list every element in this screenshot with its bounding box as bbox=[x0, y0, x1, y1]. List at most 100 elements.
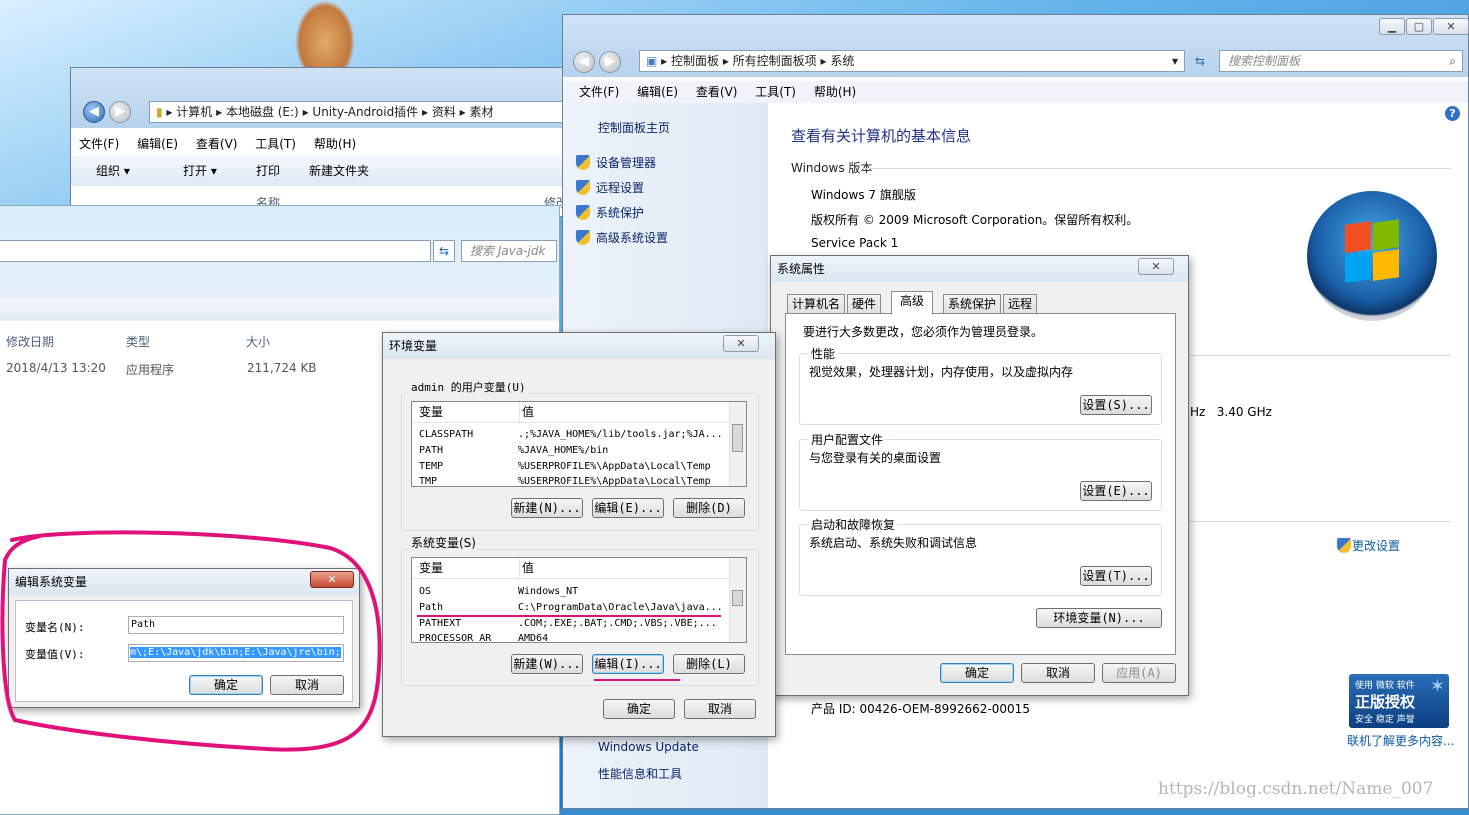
column-value[interactable]: 值 bbox=[519, 558, 534, 578]
forward-button[interactable]: ▶ bbox=[109, 101, 131, 123]
user-delete-button[interactable]: 删除(D) bbox=[673, 498, 745, 518]
learn-more-link[interactable]: 联机了解更多内容... bbox=[1347, 732, 1454, 749]
cp-home-link[interactable]: 控制面板主页 bbox=[598, 119, 670, 136]
scrollbar[interactable] bbox=[729, 402, 746, 486]
breadcrumb-control-panel[interactable]: 控制面板 bbox=[671, 54, 719, 68]
system-protection-link[interactable]: 系统保护 bbox=[576, 204, 644, 221]
close-button[interactable]: ✕ bbox=[1433, 18, 1469, 35]
ok-button[interactable]: 确定 bbox=[940, 663, 1014, 683]
breadcrumb-unity-android[interactable]: Unity-Android插件 bbox=[312, 105, 418, 119]
divider bbox=[1188, 355, 1451, 356]
cp-menu-view[interactable]: 查看(V) bbox=[696, 85, 738, 99]
remote-settings-link[interactable]: 远程设置 bbox=[576, 179, 644, 196]
tab-system-protection[interactable]: 系统保护 bbox=[943, 294, 1002, 314]
cp-refresh-icon[interactable]: ⇆ bbox=[1188, 50, 1212, 72]
cp-menu-edit[interactable]: 编辑(E) bbox=[637, 85, 678, 99]
genuine-badge[interactable]: 使用 微软 软件 正版授权 安全 稳定 声誉 ✶ bbox=[1349, 674, 1449, 728]
cancel-button[interactable]: 取消 bbox=[684, 699, 756, 719]
cp-menu-bar: 文件(F) 编辑(E) 查看(V) 工具(T) 帮助(H) bbox=[563, 81, 1468, 103]
menu-edit[interactable]: 编辑(E) bbox=[137, 137, 178, 151]
tab-hardware[interactable]: 硬件 bbox=[847, 294, 882, 314]
device-manager-link[interactable]: 设备管理器 bbox=[576, 154, 656, 171]
cp-back-button[interactable]: ◀ bbox=[573, 51, 595, 73]
column-size[interactable]: 大小 bbox=[246, 333, 270, 350]
print-button[interactable]: 打印 bbox=[256, 156, 280, 186]
system-new-button[interactable]: 新建(W)... bbox=[511, 654, 583, 674]
file-modified: 2018/4/13 13:20 bbox=[6, 361, 106, 375]
tab-remote[interactable]: 远程 bbox=[1003, 294, 1038, 314]
windows-update-link[interactable]: Windows Update bbox=[598, 740, 699, 754]
cp-address-bar[interactable]: ▣ ▸ 控制面板 ▸ 所有控制面板项 ▸ 系统 ▾ bbox=[639, 50, 1185, 72]
ok-button[interactable]: 确定 bbox=[603, 699, 675, 719]
user-edit-button[interactable]: 编辑(E)... bbox=[592, 498, 664, 518]
chevron-down-icon[interactable]: ▾ bbox=[1172, 51, 1178, 71]
file-type: 应用程序 bbox=[126, 363, 175, 377]
menu-file[interactable]: 文件(F) bbox=[79, 137, 119, 151]
breadcrumb-all-items[interactable]: 所有控制面板项 bbox=[733, 54, 817, 68]
cp-forward-button[interactable]: ▶ bbox=[599, 51, 621, 73]
performance-info-link[interactable]: 性能信息和工具 bbox=[598, 765, 682, 782]
edition: Windows 7 旗舰版 bbox=[811, 188, 916, 202]
search-icon[interactable]: ⌕ bbox=[1449, 51, 1456, 71]
cancel-button[interactable]: 取消 bbox=[270, 675, 344, 695]
column-value[interactable]: 值 bbox=[519, 402, 534, 422]
java-address-bar[interactable] bbox=[0, 240, 431, 262]
apply-button[interactable]: 应用(A) bbox=[1102, 663, 1176, 683]
scrollbar[interactable] bbox=[729, 558, 746, 642]
shield-icon bbox=[1337, 538, 1351, 553]
system-delete-button[interactable]: 删除(L) bbox=[673, 654, 745, 674]
ok-button[interactable]: 确定 bbox=[189, 675, 263, 695]
menu-tools[interactable]: 工具(T) bbox=[255, 137, 296, 151]
variable-name-input[interactable]: Path bbox=[128, 616, 344, 634]
help-icon[interactable]: ? bbox=[1445, 106, 1460, 121]
breadcrumb-system[interactable]: 系统 bbox=[830, 54, 854, 68]
breadcrumb-sucai[interactable]: 素材 bbox=[470, 105, 494, 119]
breadcrumb-ziliao[interactable]: 资料 bbox=[432, 105, 456, 119]
menu-help[interactable]: 帮助(H) bbox=[314, 137, 356, 151]
change-settings-link[interactable]: 更改设置 bbox=[1337, 537, 1400, 554]
close-button[interactable]: ✕ bbox=[1138, 258, 1174, 275]
cp-search-input[interactable]: 搜索控制面板 ⌕ bbox=[1219, 50, 1463, 72]
maximize-button[interactable]: ▢ bbox=[1406, 18, 1432, 35]
environment-variables-button[interactable]: 环境变量(N)... bbox=[1036, 608, 1162, 628]
system-vars-list[interactable]: 变量 值 OS Windows_NT Path C:\ProgramData\Ora… bbox=[411, 557, 747, 643]
advanced-settings-link[interactable]: 高级系统设置 bbox=[576, 229, 668, 246]
user-profiles-settings-button[interactable]: 设置(E)... bbox=[1080, 481, 1152, 501]
minimize-button[interactable]: ▁ bbox=[1379, 18, 1405, 35]
breadcrumb-computer[interactable]: 计算机 bbox=[176, 105, 212, 119]
close-button[interactable]: ✕ bbox=[310, 571, 354, 588]
performance-settings-button[interactable]: 设置(S)... bbox=[1080, 395, 1152, 415]
shield-icon bbox=[576, 205, 590, 220]
new-folder-button[interactable]: 新建文件夹 bbox=[309, 156, 369, 186]
file-row[interactable]: 2018/4/13 13:20 应用程序 211,724 KB bbox=[0, 361, 329, 379]
refresh-icon[interactable]: ⇆ bbox=[433, 240, 455, 262]
cancel-button[interactable]: 取消 bbox=[1021, 663, 1095, 683]
menu-view[interactable]: 查看(V) bbox=[196, 137, 238, 151]
cp-menu-help[interactable]: 帮助(H) bbox=[814, 85, 856, 99]
organize-button[interactable]: 组织 ▾ bbox=[96, 156, 130, 186]
copyright: 版权所有 © 2009 Microsoft Corporation。保留所有权利… bbox=[811, 213, 1139, 227]
column-variable[interactable]: 变量 bbox=[419, 402, 443, 422]
column-modified-date[interactable]: 修改日期 bbox=[6, 333, 54, 350]
performance-title: 性能 bbox=[809, 345, 838, 362]
explorer-window: ◀ ▶ ▮ ▸ 计算机 ▸ 本地磁盘 (E:) ▸ Unity-Android插… bbox=[70, 67, 591, 217]
tab-computer-name[interactable]: 计算机名 bbox=[787, 294, 846, 314]
cp-menu-file[interactable]: 文件(F) bbox=[579, 85, 619, 99]
tab-advanced[interactable]: 高级 bbox=[891, 291, 934, 314]
column-type[interactable]: 类型 bbox=[126, 333, 150, 350]
open-button[interactable]: 打开 ▾ bbox=[183, 156, 217, 186]
cpu-speed: Hz 3.40 GHz bbox=[1190, 405, 1272, 419]
cp-menu-tools[interactable]: 工具(T) bbox=[755, 85, 796, 99]
folder-icon: ▮ bbox=[156, 105, 163, 119]
java-search-input[interactable]: 搜索 Java-jdk bbox=[461, 240, 557, 262]
close-button[interactable]: ✕ bbox=[723, 335, 759, 352]
column-variable[interactable]: 变量 bbox=[419, 558, 443, 578]
variable-value-input[interactable]: m\;E:\Java\jdk\bin;E:\Java\jre\bin; bbox=[128, 644, 344, 662]
breadcrumb-drive-e[interactable]: 本地磁盘 (E:) bbox=[226, 105, 299, 119]
startup-settings-button[interactable]: 设置(T)... bbox=[1080, 566, 1152, 586]
system-edit-button[interactable]: 编辑(I)... bbox=[592, 654, 664, 674]
explorer-address-bar[interactable]: ▮ ▸ 计算机 ▸ 本地磁盘 (E:) ▸ Unity-Android插件 ▸ … bbox=[149, 101, 589, 123]
back-button[interactable]: ◀ bbox=[83, 101, 105, 123]
user-new-button[interactable]: 新建(N)... bbox=[511, 498, 583, 518]
user-vars-list[interactable]: 变量 值 CLASSPATH .;%JAVA_HOME%/lib/tools.ja… bbox=[411, 401, 747, 487]
